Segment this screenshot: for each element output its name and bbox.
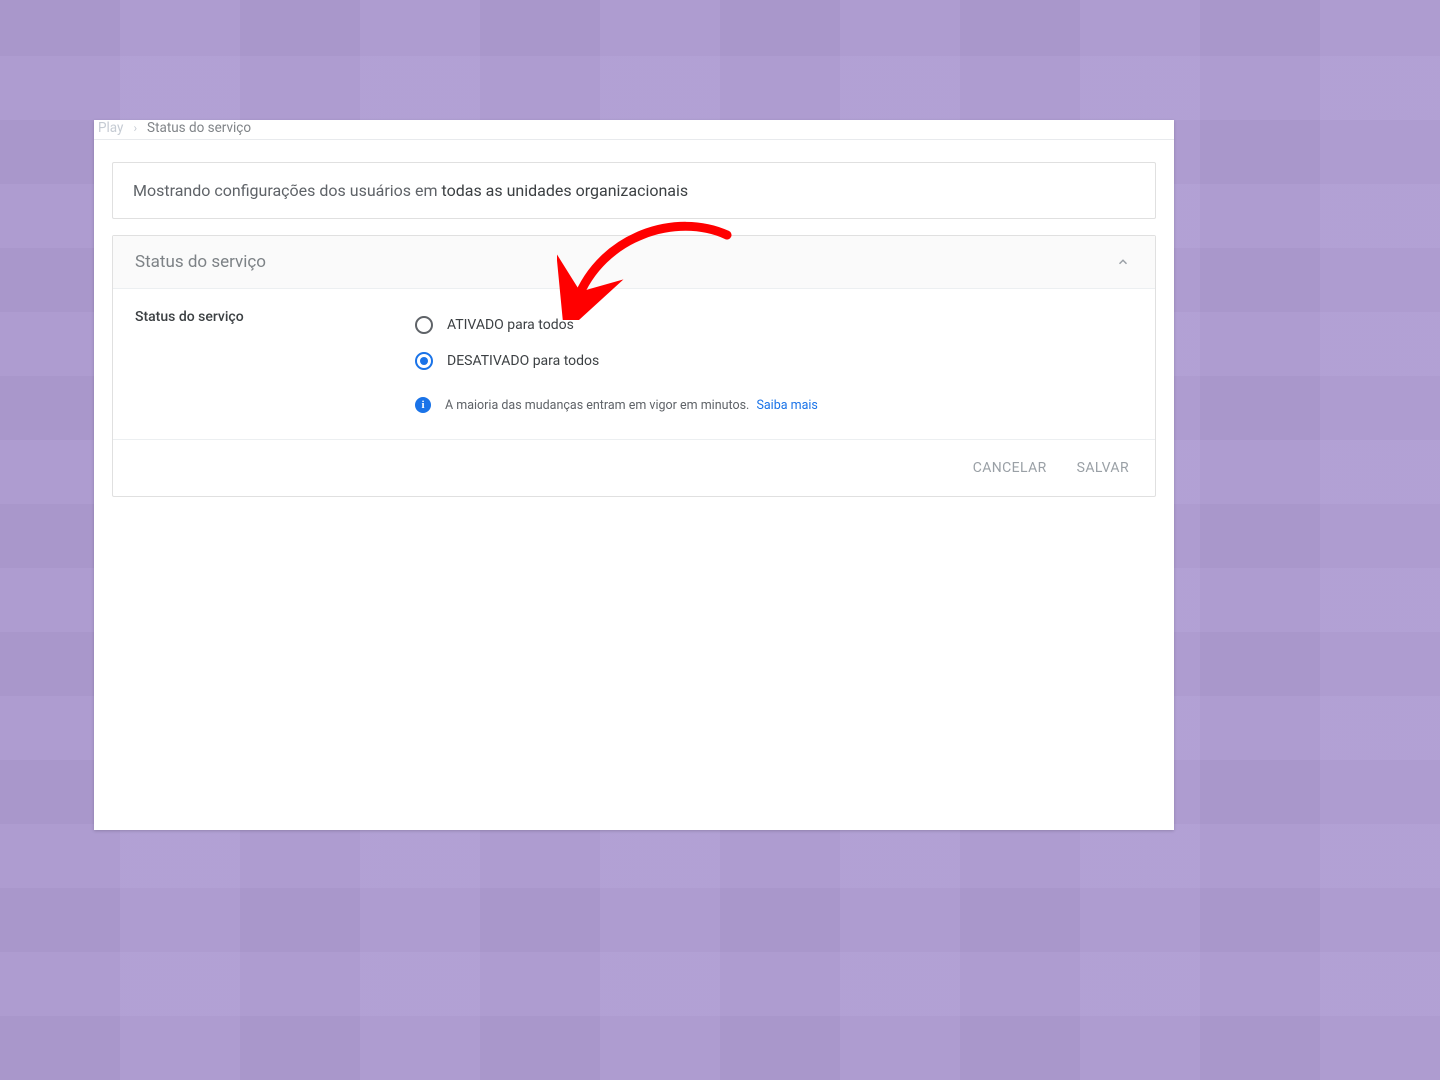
- save-button[interactable]: SALVAR: [1073, 454, 1133, 482]
- radio-icon: [415, 352, 433, 370]
- card-footer: CANCELAR SALVAR: [113, 440, 1155, 496]
- settings-panel: Play › Status do serviço Mostrando confi…: [94, 120, 1174, 830]
- card-title: Status do serviço: [135, 252, 266, 272]
- scope-banner: Mostrando configurações dos usuários em …: [112, 162, 1156, 219]
- radio-icon: [415, 316, 433, 334]
- propagation-note: i A maioria das mudanças entram em vigor…: [415, 397, 1133, 413]
- chevron-right-icon: ›: [133, 121, 137, 135]
- radio-option-desativado[interactable]: DESATIVADO para todos: [415, 343, 1133, 379]
- info-icon: i: [415, 397, 431, 413]
- breadcrumb: Play › Status do serviço: [94, 120, 1174, 140]
- chevron-up-icon[interactable]: [1113, 252, 1133, 272]
- breadcrumb-current: Status do serviço: [147, 120, 251, 136]
- service-status-card: Status do serviço Status do serviço ATIV…: [112, 235, 1156, 497]
- radio-label: ATIVADO para todos: [447, 317, 574, 333]
- section-label: Status do serviço: [135, 307, 415, 413]
- scope-banner-prefix: Mostrando configurações dos usuários em: [133, 181, 442, 200]
- note-text: A maioria das mudanças entram em vigor e…: [445, 398, 749, 413]
- radio-group: ATIVADO para todos DESATIVADO para todos…: [415, 307, 1133, 413]
- card-header[interactable]: Status do serviço: [113, 236, 1155, 289]
- radio-option-ativado[interactable]: ATIVADO para todos: [415, 307, 1133, 343]
- learn-more-link[interactable]: Saiba mais: [756, 398, 817, 413]
- breadcrumb-prev[interactable]: Play: [98, 120, 123, 136]
- scope-banner-orgunit: todas as unidades organizacionais: [442, 181, 689, 200]
- cancel-button[interactable]: CANCELAR: [969, 454, 1051, 482]
- card-body: Status do serviço ATIVADO para todos DES…: [113, 289, 1155, 440]
- radio-label: DESATIVADO para todos: [447, 353, 599, 369]
